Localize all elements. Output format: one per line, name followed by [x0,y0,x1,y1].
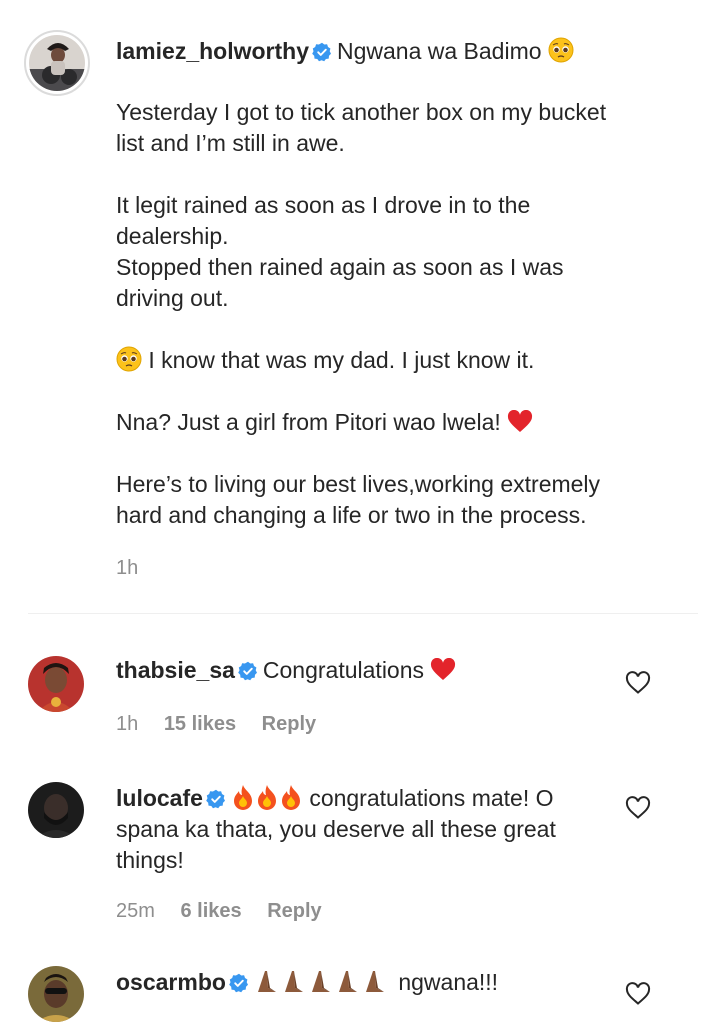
avatar-photo [28,966,84,1022]
comment-meta: 25m 6 likes Reply [116,900,342,923]
comment-line: things! [116,847,184,873]
caption-paragraph-3: I know that was my dad. I just know it. [116,345,676,376]
caption-body: Yesterday I got to tick another box on m… [116,97,676,531]
verified-badge-icon [229,973,248,993]
verified-badge-icon [206,789,225,809]
heart-outline-icon[interactable] [625,982,651,1006]
verified-badge-icon [238,661,257,681]
avatar-photo [28,782,84,838]
caption-username[interactable]: lamiez_holworthy [116,38,309,64]
caption-paragraph-2: It legit rained as soon as I drove in to… [116,190,676,314]
caption-line: Stopped then rained again as soon as I w… [116,254,564,280]
caption-line: hard and changing a life or two in the p… [116,502,587,528]
caption-paragraph-1: Yesterday I got to tick another box on m… [116,97,676,159]
comment-likes[interactable]: 15 likes [164,713,236,735]
reply-button[interactable]: Reply [267,900,321,922]
comments-screen: lamiez_holworthy Ngwana wa Badimo Yester… [0,0,720,1022]
caption-timestamp: 1h [116,557,139,579]
heart-outline-icon[interactable] [625,796,651,820]
comment-likes[interactable]: 6 likes [180,900,241,922]
folded-hands-emoji [257,971,384,992]
caption-paragraph-5: Here’s to living our best lives,working … [116,469,676,531]
caption-line: driving out. [116,285,229,311]
comment-username[interactable]: lulocafe [116,785,203,811]
pleading-face-emoji [548,37,574,63]
red-heart-emoji [508,410,533,432]
comment-text: lulocafe congratulations mate! O spana k… [116,783,606,876]
comment-timestamp: 1h [116,713,139,735]
caption-line: Yesterday I got to tick another box on m… [116,99,607,125]
comment-body: congratulations mate! O [309,785,554,811]
fire-emoji [233,785,252,810]
verified-badge-icon [312,42,331,62]
fire-emoji [257,785,276,810]
reply-button[interactable]: Reply [262,713,316,735]
commenter-avatar[interactable] [28,782,84,838]
comment-username[interactable]: thabsie_sa [116,657,235,683]
caption-author-avatar[interactable] [24,30,90,96]
comment-timestamp: 25m [116,900,155,922]
caption-line: Here’s to living our best lives,working … [116,471,601,497]
caption-headline: Ngwana wa Badimo [336,38,542,64]
comment-body: Congratulations [262,657,425,683]
caption-line: list and I’m still in awe. [116,130,345,156]
comment-line: spana ka thata, you deserve all these gr… [116,816,556,842]
comment-text: oscarmbo ngwana!!! [116,967,606,998]
caption-line: Nna? Just a girl from Pitori wao lwela! [116,409,501,435]
caption-line: It legit rained as soon as I drove in to… [116,192,531,218]
caption-paragraph-4: Nna? Just a girl from Pitori wao lwela! [116,407,676,438]
pleading-face-emoji [116,346,142,372]
caption-line: I know that was my dad. I just know it. [148,347,535,373]
comment-username[interactable]: oscarmbo [116,969,226,995]
avatar-photo [28,656,84,712]
caption-header: lamiez_holworthy Ngwana wa Badimo [116,35,574,67]
comment-line: lulocafe congratulations mate! O [116,783,606,814]
avatar-photo [29,35,85,91]
comment-meta: 1h 15 likes Reply [116,713,336,736]
fire-emoji [281,785,300,810]
commenter-avatar[interactable] [28,966,84,1022]
commenter-avatar[interactable] [28,656,84,712]
caption-line: dealership. [116,223,229,249]
red-heart-emoji [431,658,456,680]
comment-body: ngwana!!! [398,969,499,995]
caption-divider [28,613,698,614]
heart-outline-icon[interactable] [625,671,651,695]
comment-text: thabsie_sa Congratulations [116,655,606,686]
